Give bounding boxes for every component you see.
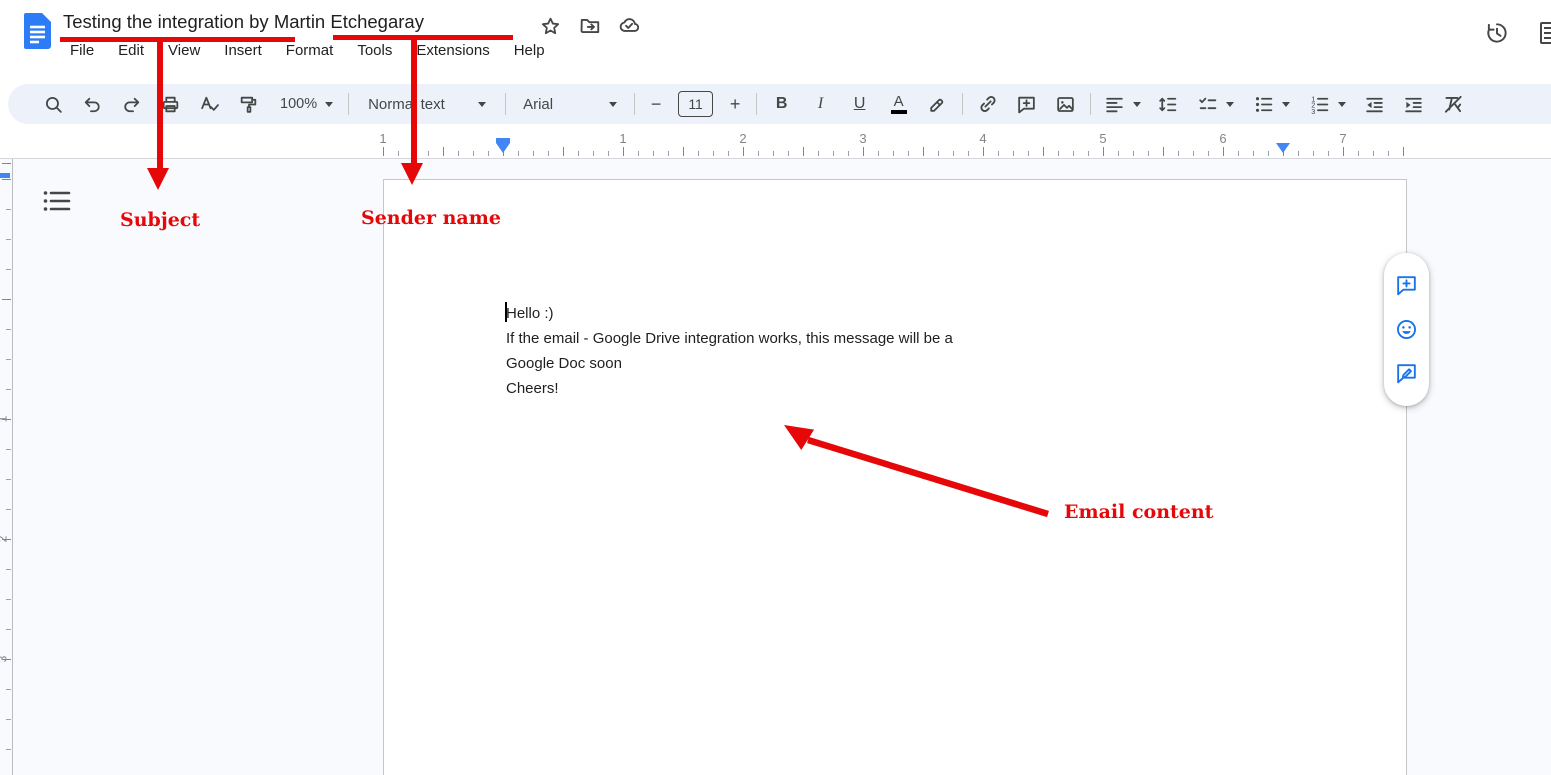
bold-button[interactable]: B bbox=[762, 85, 801, 124]
ruler-ticks bbox=[2, 159, 11, 775]
document-title[interactable]: Testing the integration by Martin Etcheg… bbox=[63, 11, 424, 33]
paragraph-style-dropdown[interactable]: Normal text bbox=[354, 96, 500, 113]
chevron-down-icon bbox=[1226, 102, 1234, 107]
chevron-down-icon bbox=[478, 102, 486, 107]
menu-insert[interactable]: Insert bbox=[224, 42, 262, 59]
ruler-label: 5 bbox=[1099, 131, 1106, 146]
align-left-icon bbox=[1104, 94, 1125, 115]
ruler-label: 1 bbox=[379, 131, 386, 146]
chevron-down-icon bbox=[325, 102, 333, 107]
doc-line[interactable]: Hello :) bbox=[506, 301, 1246, 326]
left-indent-marker[interactable] bbox=[496, 143, 510, 153]
cloud-saved-icon[interactable] bbox=[617, 14, 641, 38]
ruler-label: 2 bbox=[0, 536, 9, 543]
chevron-down-icon bbox=[1282, 102, 1290, 107]
divider bbox=[1090, 93, 1091, 115]
top-margin-marker[interactable] bbox=[0, 173, 10, 178]
menu-tools[interactable]: Tools bbox=[357, 42, 392, 59]
clear-formatting-icon[interactable] bbox=[1433, 85, 1472, 124]
vertical-ruler: 1 2 3 bbox=[0, 159, 13, 775]
google-docs-app: Testing the integration by Martin Etcheg… bbox=[0, 0, 1551, 775]
doc-line[interactable]: Cheers! bbox=[506, 376, 1246, 401]
add-comment-icon[interactable] bbox=[1007, 85, 1046, 124]
divider bbox=[505, 93, 506, 115]
star-icon[interactable] bbox=[538, 14, 562, 38]
menu-format[interactable]: Format bbox=[286, 42, 334, 59]
bulleted-list-dropdown[interactable] bbox=[1243, 85, 1299, 124]
horizontal-ruler: 1 1 2 3 4 5 6 7 bbox=[0, 128, 1551, 158]
menubar: File Edit View Insert Format Tools Exten… bbox=[70, 42, 545, 59]
undo-icon[interactable] bbox=[73, 85, 112, 124]
add-comment-icon[interactable] bbox=[1393, 271, 1421, 299]
menu-extensions[interactable]: Extensions bbox=[416, 42, 489, 59]
ruler-label: 3 bbox=[859, 131, 866, 146]
menu-edit[interactable]: Edit bbox=[118, 42, 144, 59]
font-family-dropdown[interactable]: Arial bbox=[511, 96, 629, 113]
decrease-font-size-button[interactable]: − bbox=[640, 85, 672, 124]
spellcheck-icon[interactable] bbox=[190, 85, 229, 124]
font-family-value: Arial bbox=[523, 96, 553, 113]
numbered-list-icon: 123 bbox=[1309, 94, 1330, 115]
ruler-ticks bbox=[383, 147, 1409, 156]
side-panel-icon[interactable] bbox=[1540, 22, 1551, 44]
ruler-label: 6 bbox=[1219, 131, 1226, 146]
right-indent-marker[interactable] bbox=[1276, 143, 1290, 153]
chevron-down-icon bbox=[1133, 102, 1141, 107]
ruler-label: 4 bbox=[979, 131, 986, 146]
italic-button[interactable]: I bbox=[801, 85, 840, 124]
header: Testing the integration by Martin Etcheg… bbox=[0, 0, 1551, 84]
checklist-dropdown[interactable] bbox=[1187, 85, 1243, 124]
zoom-dropdown[interactable]: 100% bbox=[268, 96, 343, 112]
svg-text:3: 3 bbox=[1311, 106, 1315, 114]
divider bbox=[348, 93, 349, 115]
divider bbox=[962, 93, 963, 115]
link-icon[interactable] bbox=[968, 85, 1007, 124]
redo-icon[interactable] bbox=[112, 85, 151, 124]
divider bbox=[634, 93, 635, 115]
doc-line[interactable]: If the email - Google Drive integration … bbox=[506, 326, 1246, 351]
line-spacing-icon[interactable] bbox=[1148, 85, 1187, 124]
paint-format-icon[interactable] bbox=[229, 85, 268, 124]
chevron-down-icon bbox=[609, 102, 617, 107]
print-icon[interactable] bbox=[151, 85, 190, 124]
underline-button[interactable]: U bbox=[840, 85, 879, 124]
ruler-label: 1 bbox=[619, 131, 626, 146]
ruler-label: 7 bbox=[1339, 131, 1346, 146]
menu-help[interactable]: Help bbox=[514, 42, 545, 59]
ruler-label: 1 bbox=[0, 416, 9, 423]
zoom-value: 100% bbox=[280, 96, 317, 112]
insert-image-icon[interactable] bbox=[1046, 85, 1085, 124]
document-outline-icon[interactable] bbox=[40, 185, 74, 217]
font-size-input[interactable]: 11 bbox=[678, 91, 713, 117]
paragraph-style-value: Normal text bbox=[368, 96, 445, 113]
google-docs-logo bbox=[24, 13, 51, 49]
emoji-icon[interactable] bbox=[1393, 315, 1421, 343]
suggest-edits-icon[interactable] bbox=[1393, 360, 1421, 388]
document-page[interactable]: Hello :) If the email - Google Drive int… bbox=[383, 179, 1407, 775]
increase-indent-icon[interactable] bbox=[1394, 85, 1433, 124]
editor-canvas: 1 2 3 Hello :) If the email - Google Dri… bbox=[0, 158, 1551, 775]
search-icon[interactable] bbox=[34, 85, 73, 124]
checklist-icon bbox=[1197, 94, 1218, 115]
version-history-icon[interactable] bbox=[1482, 18, 1512, 48]
divider bbox=[756, 93, 757, 115]
doc-line[interactable]: Google Doc soon bbox=[506, 351, 1246, 376]
menu-file[interactable]: File bbox=[70, 42, 94, 59]
quick-actions-panel bbox=[1384, 253, 1429, 406]
numbered-list-dropdown[interactable]: 123 bbox=[1299, 85, 1355, 124]
ruler-label: 2 bbox=[739, 131, 746, 146]
highlight-color-icon[interactable] bbox=[918, 85, 957, 124]
align-dropdown[interactable] bbox=[1096, 85, 1148, 124]
document-body[interactable]: Hello :) If the email - Google Drive int… bbox=[506, 301, 1246, 401]
decrease-indent-icon[interactable] bbox=[1355, 85, 1394, 124]
menu-view[interactable]: View bbox=[168, 42, 200, 59]
increase-font-size-button[interactable]: + bbox=[719, 85, 751, 124]
chevron-down-icon bbox=[1338, 102, 1346, 107]
bulleted-list-icon bbox=[1253, 94, 1274, 115]
toolbar: 100% Normal text Arial − 11 + B I U bbox=[8, 84, 1551, 124]
text-color-button[interactable]: A bbox=[879, 85, 918, 124]
ruler-label: 3 bbox=[0, 656, 9, 663]
move-folder-icon[interactable] bbox=[578, 14, 602, 38]
